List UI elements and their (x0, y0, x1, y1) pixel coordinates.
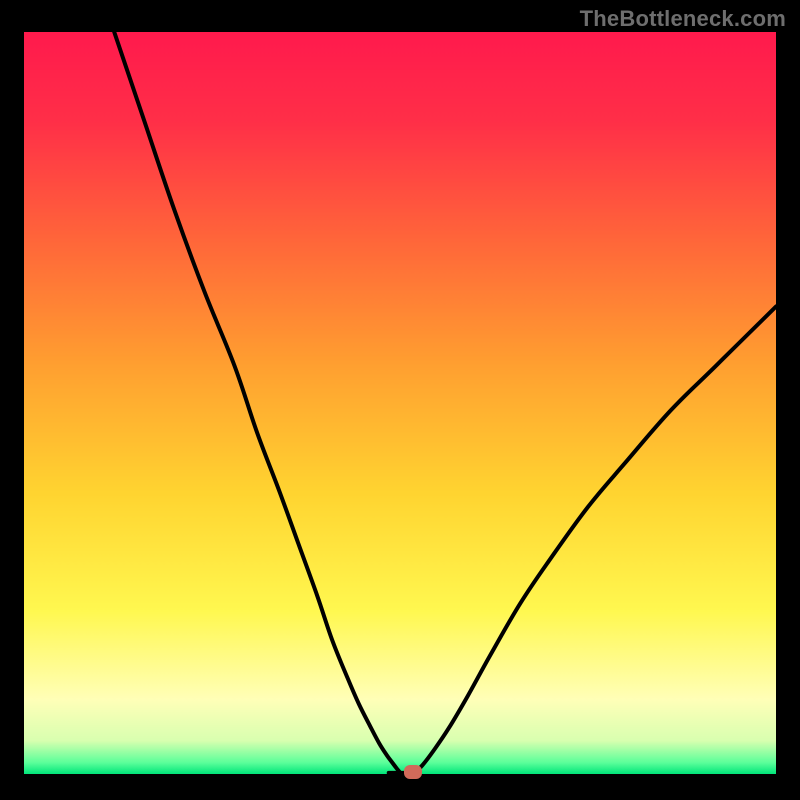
plot-area (24, 32, 776, 774)
bottleneck-curve (24, 32, 776, 774)
chart-frame: TheBottleneck.com (0, 0, 800, 800)
curve-right-branch (415, 307, 776, 773)
optimum-marker (404, 765, 422, 779)
watermark-label: TheBottleneck.com (580, 6, 786, 32)
curve-left-branch (114, 32, 400, 773)
